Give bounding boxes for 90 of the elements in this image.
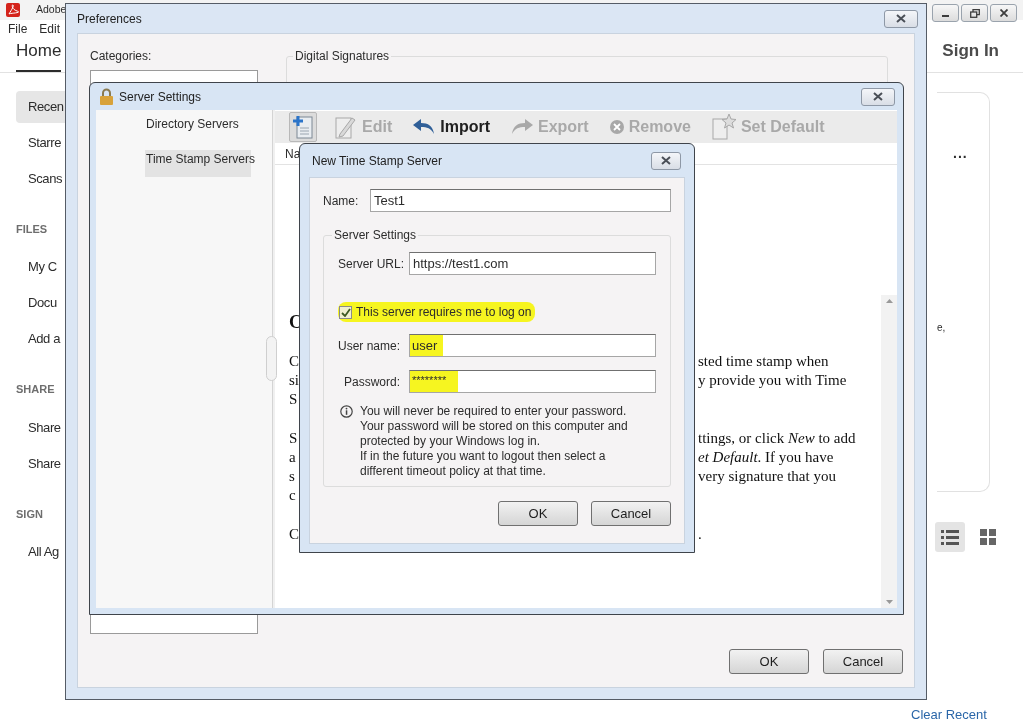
- help-text: si: [289, 372, 299, 388]
- name-label: Name:: [323, 192, 360, 210]
- column-header: Na: [285, 145, 301, 163]
- close-icon: [873, 92, 883, 101]
- maximize-button[interactable]: [961, 4, 988, 22]
- padlock-icon: [99, 88, 114, 105]
- scroll-up-icon: [885, 299, 893, 303]
- edit-icon: [334, 114, 358, 140]
- help-text: very signature that you: [698, 468, 836, 484]
- toolbar-button[interactable]: Import: [409, 112, 493, 142]
- help-text: C: [289, 526, 299, 542]
- sidebar-item[interactable]: Starre: [16, 126, 65, 159]
- card-text: e,: [937, 320, 946, 335]
- remove-icon: [608, 119, 625, 135]
- logon-checkbox[interactable]: This server requires me to log on: [338, 302, 536, 322]
- info-icon: [340, 405, 353, 418]
- window-title: Preferences: [77, 10, 142, 28]
- categories-label: Categories:: [90, 48, 153, 65]
- list-icon: [941, 528, 959, 545]
- app-logo-icon: [6, 3, 20, 17]
- window-title: Server Settings: [119, 88, 202, 106]
- close-button[interactable]: [884, 9, 918, 28]
- app-title: Adobe: [36, 2, 67, 18]
- forward-arrow-icon: [510, 118, 534, 136]
- info-text: If in the future you want to logout then select a: [360, 449, 607, 464]
- help-text: .: [698, 526, 702, 542]
- sidebar-item[interactable]: All Ag: [16, 536, 65, 568]
- sidebar-item[interactable]: Add a: [16, 323, 65, 355]
- restore-icon: [969, 8, 980, 18]
- window-title: New Time Stamp Server: [312, 152, 443, 170]
- help-text: S: [289, 391, 298, 407]
- scroll-down-icon: [885, 600, 893, 604]
- sidebar-item[interactable]: Docu: [16, 287, 65, 319]
- splitter-handle[interactable]: [266, 336, 277, 381]
- group-label: Digital Signatures: [294, 48, 391, 65]
- dialog-button[interactable]: OK: [729, 649, 809, 674]
- new-button[interactable]: [289, 112, 317, 142]
- scrollbar[interactable]: [881, 295, 897, 608]
- help-text: C: [289, 353, 299, 369]
- info-text: You will never be required to enter your password.: [360, 404, 628, 419]
- url-field[interactable]: https://test1.com: [409, 252, 656, 275]
- user-name-label: User name:: [338, 337, 402, 355]
- help-text: s: [289, 468, 295, 484]
- close-button[interactable]: [990, 4, 1017, 22]
- name-field[interactable]: Test1: [370, 189, 671, 212]
- sidebar-item[interactable]: Share: [16, 447, 65, 480]
- sidebar-heading: SHARE: [16, 382, 56, 397]
- help-text: ttings, or click New to add: [698, 430, 856, 446]
- dialog-button[interactable]: OK: [498, 501, 578, 526]
- info-text: different timeout policy at that time.: [360, 464, 547, 479]
- close-button[interactable]: [861, 87, 895, 106]
- info-text: protected by your Windows log in.: [360, 434, 542, 449]
- help-text: c: [289, 487, 296, 503]
- url-label: Server URL:: [338, 255, 406, 273]
- group-label: Server Settings: [333, 227, 418, 244]
- grid-icon: [980, 528, 996, 545]
- dialog-button[interactable]: Cancel: [823, 649, 903, 674]
- minimize-button[interactable]: [932, 4, 959, 22]
- info-text: Your password will be stored on this computer and: [360, 419, 628, 434]
- sidebar-item[interactable]: Share: [16, 411, 65, 444]
- back-arrow-icon: [412, 118, 437, 136]
- user-name-field[interactable]: user: [409, 334, 656, 357]
- menu-item[interactable]: File: [8, 20, 28, 38]
- help-text: S: [289, 430, 298, 446]
- sidebar-item[interactable]: Scans: [16, 162, 65, 195]
- password-label: Password:: [343, 373, 402, 391]
- list-view-button[interactable]: [935, 521, 965, 552]
- close-button[interactable]: [651, 151, 681, 170]
- help-text: y provide you with Time: [698, 372, 847, 388]
- sidebar-heading: FILES: [16, 221, 49, 237]
- close-icon: [661, 156, 671, 165]
- add-document-icon: [292, 114, 314, 140]
- sidebar-item[interactable]: Recen: [16, 90, 65, 123]
- sidebar-heading: SIGN: [16, 506, 44, 522]
- close-icon: [999, 9, 1008, 17]
- minimize-icon: [942, 14, 949, 17]
- more-options[interactable]: ...: [953, 142, 968, 164]
- nav-tab[interactable]: Home: [16, 38, 62, 72]
- sidebar-item[interactable]: My C: [16, 251, 65, 283]
- close-icon: [896, 14, 906, 23]
- sign-in-link[interactable]: Sign In: [942, 38, 999, 72]
- dialog-button[interactable]: Cancel: [591, 501, 671, 526]
- clear-recent-link[interactable]: Clear Recent: [911, 704, 987, 724]
- help-text: a: [289, 449, 296, 465]
- checkmark-icon: [340, 307, 351, 317]
- category-item[interactable]: Directory Servers: [145, 115, 251, 142]
- menu-item[interactable]: Edit: [39, 20, 61, 38]
- help-text: sted time stamp when: [698, 353, 829, 369]
- password-field[interactable]: ********: [409, 370, 656, 393]
- help-text: et Default. If you have: [698, 449, 834, 465]
